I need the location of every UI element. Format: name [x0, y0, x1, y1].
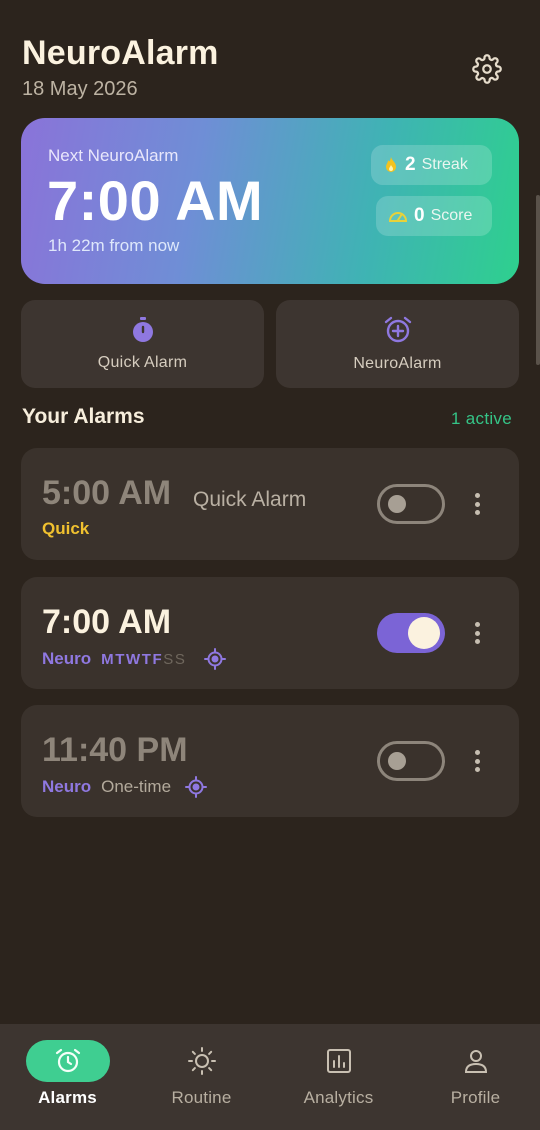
sun-icon — [187, 1047, 216, 1075]
more-options-button[interactable] — [467, 619, 487, 647]
target-icon — [185, 776, 208, 798]
nav-label: Profile — [450, 1088, 501, 1107]
toggle-knob — [388, 752, 406, 770]
neuro-alarm-label: NeuroAlarm — [353, 355, 442, 372]
current-date: 18 May 2026 — [22, 78, 138, 100]
alarm-meta: Neuro One-time — [42, 776, 208, 798]
day-tue: T — [115, 650, 125, 668]
streak-badge: 2 Streak — [371, 145, 492, 185]
more-options-button[interactable] — [467, 747, 487, 775]
next-alarm-time: 7:00 AM — [47, 169, 264, 232]
scrollbar[interactable] — [536, 195, 540, 365]
next-alarm-countdown: 1h 22m from now — [48, 236, 180, 255]
nav-item-analytics[interactable]: Analytics — [271, 1024, 406, 1130]
alarms-section-title: Your Alarms — [22, 405, 145, 428]
day-sat: S — [163, 650, 174, 668]
day-fri: F — [152, 650, 163, 668]
alarm-card[interactable]: 5:00 AM Quick Alarm Quick — [21, 448, 519, 560]
alarm-name: Quick Alarm — [193, 488, 307, 511]
repeat-days: M T W T F S S — [101, 651, 185, 668]
nav-label: Routine — [171, 1088, 232, 1107]
person-icon — [464, 1050, 487, 1073]
nav-item-alarms[interactable]: Alarms — [0, 1024, 135, 1130]
toggle-knob — [388, 495, 406, 513]
day-wed: W — [126, 650, 141, 668]
neuro-alarm-button[interactable]: NeuroAlarm — [276, 300, 519, 388]
day-thu: T — [141, 650, 152, 668]
bottom-navigation: Alarms Routine Analytics Profile — [0, 1024, 540, 1130]
gauge-icon — [388, 212, 408, 222]
score-value: 0 — [414, 205, 425, 226]
day-sun: S — [174, 650, 186, 668]
streak-value: 2 — [405, 154, 416, 175]
quick-alarm-button[interactable]: Quick Alarm — [21, 300, 264, 388]
next-alarm-label: Next NeuroAlarm — [48, 146, 179, 165]
streak-label: Streak — [421, 156, 468, 173]
nav-label: Analytics — [303, 1088, 374, 1107]
gear-icon — [472, 54, 502, 84]
alarm-type-badge: Neuro — [42, 777, 92, 796]
alarm-clock-icon — [55, 1048, 80, 1073]
nav-item-routine[interactable]: Routine — [134, 1024, 269, 1130]
flame-icon — [386, 157, 396, 172]
quick-alarm-label: Quick Alarm — [97, 354, 188, 371]
alarm-type-badge: Quick — [42, 519, 90, 538]
day-mon: M — [101, 650, 115, 668]
more-vert-icon — [474, 622, 480, 627]
score-badge: 0 Score — [376, 196, 492, 236]
alarm-meta: Quick — [42, 519, 89, 539]
alarm-plus-icon — [384, 316, 411, 343]
active-alarm-count: 1 active — [451, 409, 512, 428]
alarm-toggle[interactable] — [377, 741, 445, 781]
toggle-knob — [408, 617, 440, 649]
alarm-toggle[interactable] — [377, 613, 445, 653]
nav-item-profile[interactable]: Profile — [408, 1024, 540, 1130]
stopwatch-icon — [132, 317, 153, 342]
alarm-time: 11:40 PM — [42, 731, 188, 769]
next-alarm-card[interactable]: Next NeuroAlarm 7:00 AM 1h 22m from now … — [21, 118, 519, 284]
alarm-repeat: One-time — [101, 777, 172, 796]
bar-chart-icon — [326, 1049, 351, 1073]
alarm-time: 7:00 AM — [42, 603, 172, 641]
app-title: NeuroAlarm — [22, 34, 219, 72]
alarm-type-badge: Neuro — [42, 649, 92, 668]
nav-label: Alarms — [38, 1088, 97, 1107]
alarm-toggle[interactable] — [377, 484, 445, 524]
settings-button[interactable] — [468, 50, 506, 88]
more-options-button[interactable] — [467, 490, 487, 518]
more-vert-icon — [474, 750, 480, 755]
more-vert-icon — [474, 493, 480, 498]
alarm-time: 5:00 AM — [42, 474, 172, 512]
alarm-card[interactable]: 7:00 AM Neuro M T W T F S S — [21, 577, 519, 689]
score-label: Score — [430, 207, 473, 224]
alarm-card[interactable]: 11:40 PM Neuro One-time — [21, 705, 519, 817]
target-icon — [203, 648, 226, 670]
alarm-meta: Neuro M T W T F S S — [42, 648, 226, 670]
